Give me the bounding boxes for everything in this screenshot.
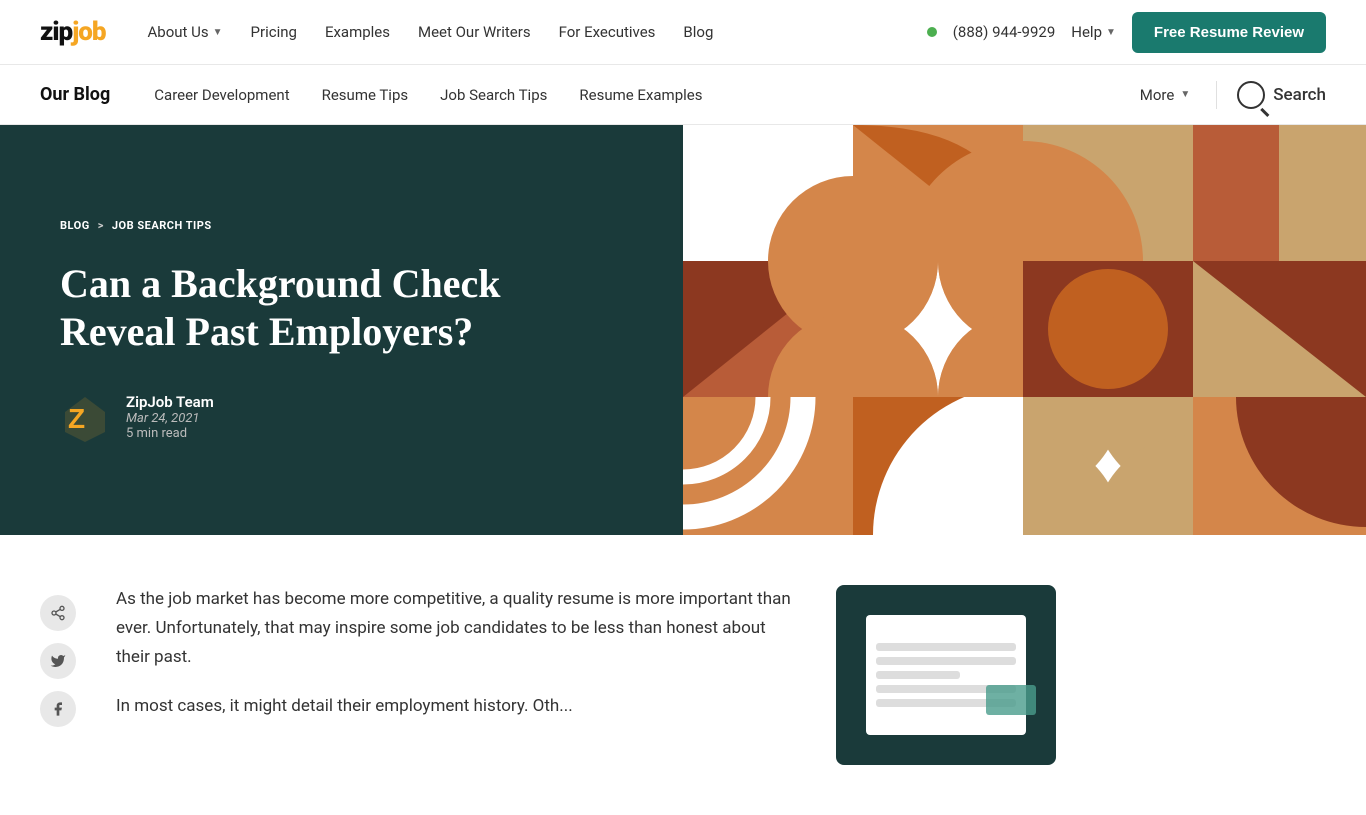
blog-nav-links: Career Development Resume Tips Job Searc… (140, 78, 1126, 112)
hero-left-panel: BLOG > JOB SEARCH TIPS Can a Background … (0, 125, 683, 535)
nav-meet-writers[interactable]: Meet Our Writers (406, 15, 543, 49)
article-thumbnail (836, 585, 1056, 765)
blog-nav-resume-tips[interactable]: Resume Tips (308, 78, 423, 112)
free-resume-review-button[interactable]: Free Resume Review (1132, 12, 1326, 53)
article-paragraph-2: In most cases, it might detail their emp… (116, 692, 796, 721)
svg-text:Z: Z (68, 403, 85, 434)
blog-nav-right: More ▼ Search (1126, 78, 1326, 112)
breadcrumb: BLOG > JOB SEARCH TIPS (60, 219, 623, 232)
nav-pricing[interactable]: Pricing (239, 15, 309, 49)
phone-number[interactable]: (888) 944-9929 (953, 23, 1056, 41)
breadcrumb-blog[interactable]: BLOG (60, 219, 90, 232)
blog-nav-job-search-tips[interactable]: Job Search Tips (426, 78, 561, 112)
nav-examples[interactable]: Examples (313, 15, 402, 49)
share-twitter-button[interactable] (40, 643, 76, 679)
content-section: As the job market has become more compet… (0, 535, 1366, 815)
blog-nav-career-development[interactable]: Career Development (140, 78, 303, 112)
doc-highlight (986, 685, 1036, 715)
article-title: Can a Background Check Reveal Past Emplo… (60, 260, 623, 356)
hero-decorative-art (683, 125, 1366, 535)
social-sidebar (40, 585, 76, 765)
chevron-down-icon: ▼ (1180, 89, 1190, 100)
author-logo: Z (60, 392, 110, 442)
blog-section-label: Our Blog (40, 84, 110, 105)
article-paragraph-1: As the job market has become more compet… (116, 585, 796, 672)
site-logo[interactable]: zipjob (40, 17, 105, 47)
share-link-button[interactable] (40, 595, 76, 631)
breadcrumb-section[interactable]: JOB SEARCH TIPS (112, 219, 212, 232)
more-button[interactable]: More ▼ (1126, 78, 1204, 112)
nav-about-us[interactable]: About Us ▼ (135, 15, 234, 49)
breadcrumb-separator: > (98, 219, 104, 232)
chevron-down-icon: ▼ (1106, 27, 1116, 38)
phone-online-indicator (927, 27, 937, 37)
doc-line (876, 671, 960, 679)
author-section: Z ZipJob Team Mar 24, 2021 5 min read (60, 392, 623, 442)
author-name: ZipJob Team (126, 393, 214, 411)
chevron-down-icon: ▼ (213, 27, 223, 38)
top-nav-links: About Us ▼ Pricing Examples Meet Our Wri… (135, 15, 926, 49)
search-label: Search (1273, 85, 1326, 105)
search-area[interactable]: Search (1216, 81, 1326, 109)
logo-zip: zip (40, 17, 72, 47)
doc-line (876, 657, 1016, 665)
author-info: ZipJob Team Mar 24, 2021 5 min read (126, 393, 214, 441)
share-facebook-button[interactable] (40, 691, 76, 727)
search-icon (1237, 81, 1265, 109)
top-nav-right: (888) 944-9929 Help ▼ Free Resume Review (927, 12, 1326, 53)
doc-line (876, 643, 1016, 651)
help-button[interactable]: Help ▼ (1071, 23, 1116, 41)
nav-for-executives[interactable]: For Executives (547, 15, 668, 49)
article-image-inner (866, 615, 1026, 735)
top-navigation: zipjob About Us ▼ Pricing Examples Meet … (0, 0, 1366, 65)
blog-navigation: Our Blog Career Development Resume Tips … (0, 65, 1366, 125)
blog-nav-resume-examples[interactable]: Resume Examples (565, 78, 716, 112)
author-read-time: 5 min read (126, 426, 214, 441)
author-date: Mar 24, 2021 (126, 411, 214, 426)
hero-right-panel (683, 125, 1366, 535)
logo-job: job (72, 17, 105, 47)
article-body: As the job market has become more compet… (116, 585, 796, 765)
nav-blog[interactable]: Blog (671, 15, 725, 49)
hero-section: BLOG > JOB SEARCH TIPS Can a Background … (0, 125, 1366, 535)
